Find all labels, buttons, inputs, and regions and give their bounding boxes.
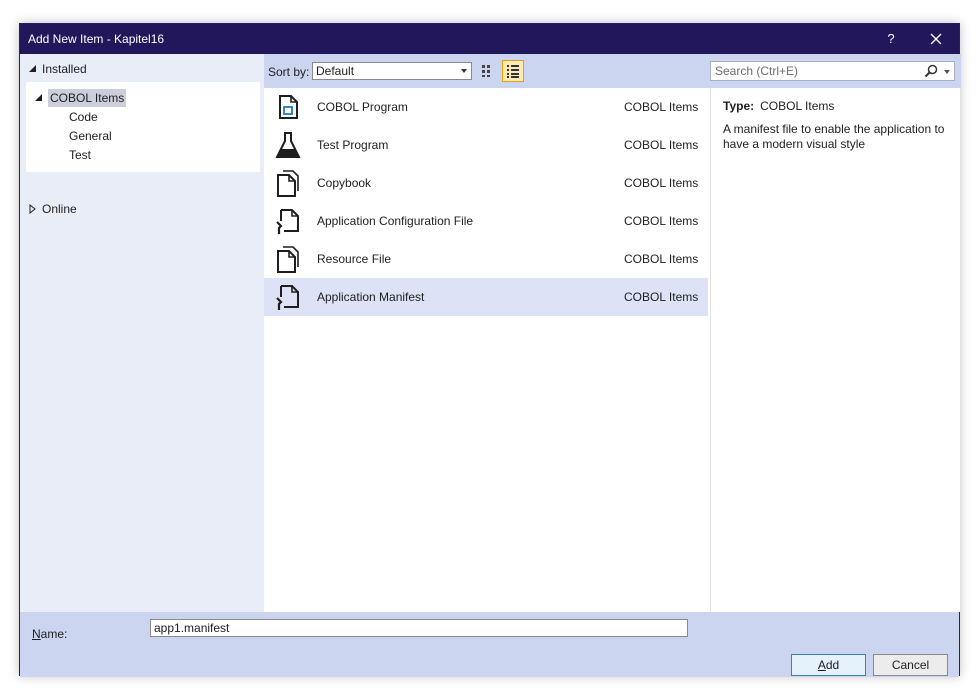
template-list-panel: Sort by: Default COBOL Program COBOL Ite… <box>264 54 710 612</box>
template-tree-panel: Installed COBOL Items Code General Test … <box>20 54 264 612</box>
list-item-application-manifest[interactable]: Application Manifest COBOL Items <box>264 278 708 316</box>
cobol-program-icon <box>279 95 298 119</box>
item-category: COBOL Items <box>624 100 699 114</box>
window-title: Add New Item - Kapitel16 <box>28 32 165 46</box>
item-category: COBOL Items <box>624 138 699 152</box>
item-name: Application Manifest <box>317 290 425 304</box>
tree-node-test[interactable]: Test <box>69 146 91 164</box>
sort-value: Default <box>316 64 355 78</box>
item-name: Test Program <box>317 138 389 152</box>
details-panel: Search (Ctrl+E) Type: COBOL Items A manif… <box>710 54 961 612</box>
type-row: Type: COBOL Items <box>723 99 834 113</box>
type-label: Type: <box>723 99 755 113</box>
add-new-item-dialog: Add New Item - Kapitel16 ? Installed COB… <box>19 23 961 677</box>
installed-group: COBOL Items Code General Test <box>26 82 260 172</box>
tree-node-general[interactable]: General <box>69 127 112 145</box>
chevron-down-icon <box>461 69 467 73</box>
cancel-button[interactable]: Cancel <box>873 654 948 676</box>
item-category: COBOL Items <box>624 290 699 304</box>
config-file-icon <box>276 209 299 234</box>
title-bar: Add New Item - Kapitel16 ? <box>20 24 959 54</box>
list-item-application-configuration-file[interactable]: Application Configuration File COBOL Ite… <box>264 202 708 240</box>
item-name: Copybook <box>317 176 372 190</box>
search-placeholder: Search (Ctrl+E) <box>715 64 799 78</box>
copybook-icon <box>277 170 299 197</box>
manifest-file-icon <box>276 285 299 310</box>
tree-node-label: Installed <box>42 62 87 76</box>
expanded-triangle-icon <box>35 94 42 101</box>
name-bar: Name: Add Cancel <box>20 612 959 677</box>
flask-icon <box>275 132 301 158</box>
resource-file-icon <box>277 246 299 273</box>
name-field[interactable] <box>150 619 688 637</box>
item-name: COBOL Program <box>317 100 408 114</box>
item-description: A manifest file to enable the applicatio… <box>723 122 945 151</box>
list-item-test-program[interactable]: Test Program COBOL Items <box>264 126 708 164</box>
list-toolbar: Sort by: Default <box>264 54 710 88</box>
small-icons-view-button[interactable] <box>477 60 499 82</box>
list-view-icon <box>507 65 519 78</box>
list-item-cobol-program[interactable]: COBOL Program COBOL Items <box>264 88 708 126</box>
chevron-down-icon <box>944 70 950 74</box>
tree-node-code[interactable]: Code <box>69 108 98 126</box>
search-input[interactable]: Search (Ctrl+E) <box>710 61 955 81</box>
item-category: COBOL Items <box>624 176 699 190</box>
list-item-copybook[interactable]: Copybook COBOL Items <box>264 164 708 202</box>
tree-node-label: COBOL Items <box>48 89 127 107</box>
name-label: Name: <box>32 627 67 641</box>
sort-label: Sort by: <box>268 65 310 79</box>
list-item-resource-file[interactable]: Resource File COBOL Items <box>264 240 708 278</box>
add-label-rest: dd <box>825 658 840 672</box>
help-button[interactable]: ? <box>881 28 901 50</box>
name-label-rest: ame: <box>40 627 68 641</box>
sort-select[interactable]: Default <box>312 62 472 80</box>
list-view-button[interactable] <box>502 60 524 82</box>
name-label-accesskey: N <box>32 627 41 641</box>
add-accesskey: A <box>817 658 826 672</box>
tree-node-label: Online <box>42 202 77 216</box>
search-band: Search (Ctrl+E) <box>710 54 961 88</box>
item-name: Resource File <box>317 252 392 266</box>
item-name: Application Configuration File <box>317 214 474 228</box>
expanded-triangle-icon <box>29 65 36 72</box>
type-value: COBOL Items <box>760 99 835 113</box>
close-icon <box>930 33 942 45</box>
grid-view-icon <box>482 65 490 77</box>
close-button[interactable] <box>924 27 948 51</box>
search-icon <box>924 64 938 78</box>
item-category: COBOL Items <box>624 214 699 228</box>
add-button[interactable]: Add <box>791 654 866 676</box>
item-category: COBOL Items <box>624 252 699 266</box>
collapsed-triangle-icon <box>29 204 36 214</box>
